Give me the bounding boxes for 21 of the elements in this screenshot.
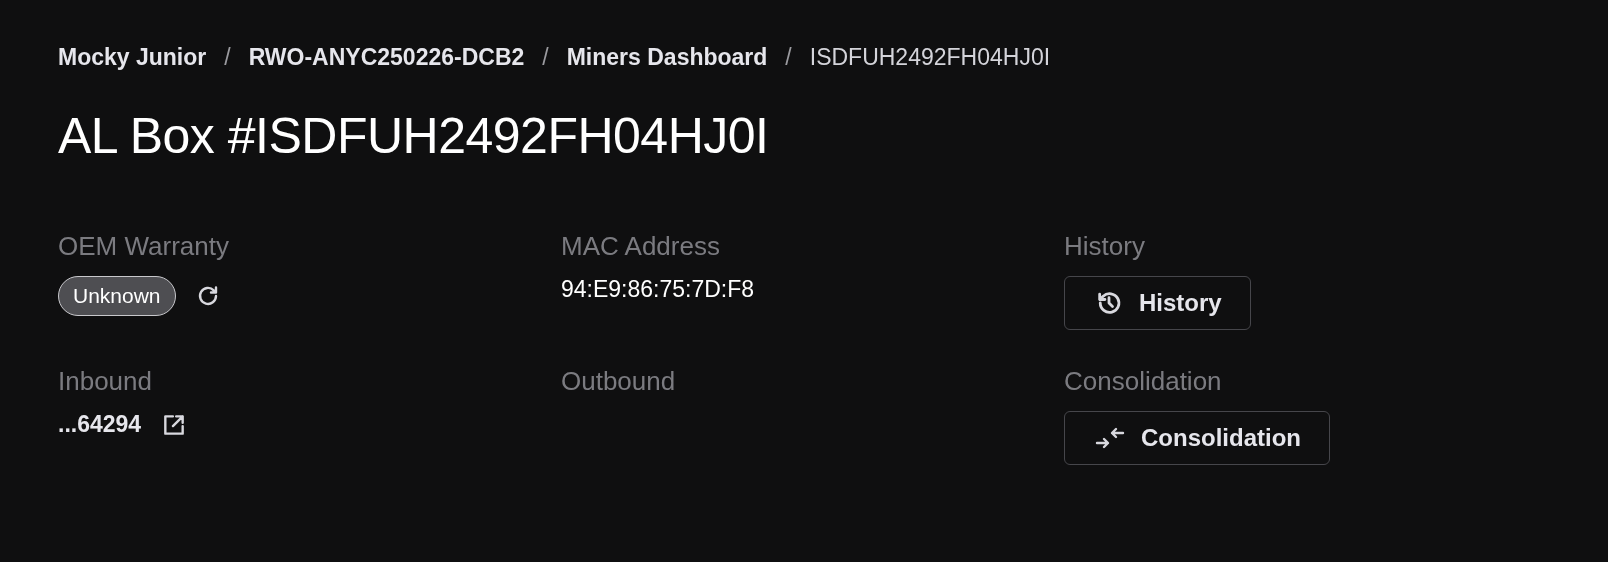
field-label: History: [1064, 231, 1145, 262]
page-title: AL Box #ISDFUH2492FH04HJ0I: [58, 107, 770, 165]
field-label: OEM Warranty: [58, 231, 229, 262]
inbound-id: ...64294: [58, 411, 142, 438]
arrows-icon: [1095, 425, 1125, 451]
breadcrumb-separator: /: [542, 44, 549, 71]
field-label: MAC Address: [561, 231, 720, 262]
breadcrumb-link[interactable]: RWO-ANYC250226-DCB2: [248, 44, 525, 71]
breadcrumb-separator: /: [224, 44, 231, 71]
consolidation-button[interactable]: Consolidation: [1064, 411, 1330, 465]
field-label: Inbound: [58, 366, 152, 397]
status-badge: Unknown: [58, 276, 176, 316]
field-label: Outbound: [561, 366, 676, 397]
breadcrumb-separator: /: [785, 44, 792, 71]
page-id-text: ISDFUH2492FH04HJ0I: [809, 44, 1051, 71]
breadcrumb-link[interactable]: Miners Dashboard: [566, 44, 768, 71]
mac-address: 94:E9:86:75:7D:F8: [561, 276, 755, 303]
history-button[interactable]: History: [1064, 276, 1251, 330]
field-label: Consolidation: [1064, 366, 1222, 397]
breadcrumb-link[interactable]: Mocky Junior: [58, 44, 207, 71]
history-icon: [1095, 289, 1123, 317]
